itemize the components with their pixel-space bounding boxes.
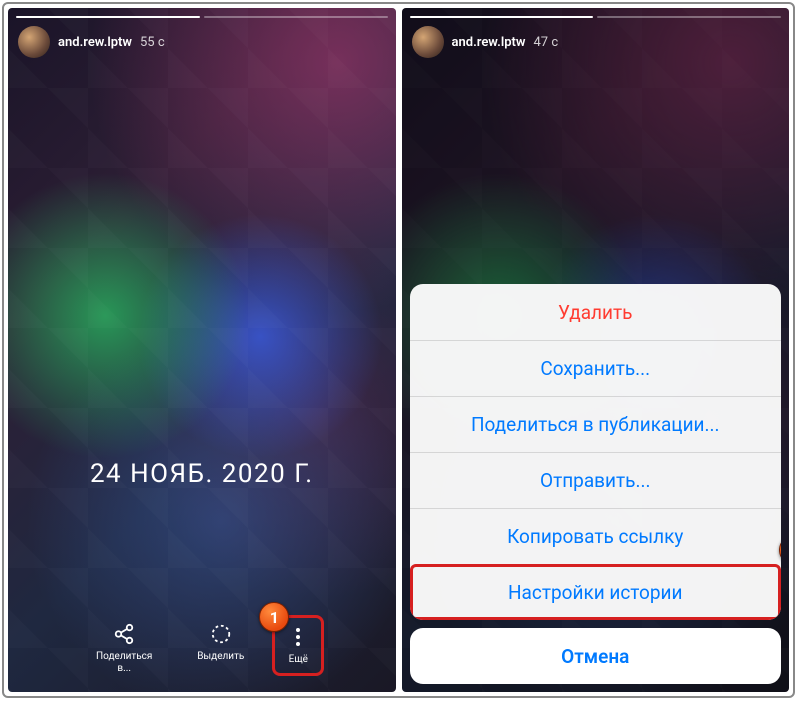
story-header: and.rew.lptw 55 с (18, 26, 165, 58)
highlight-button[interactable]: Выделить (197, 621, 244, 674)
story-toolbar: Поделиться в... Выделить 1 Ещё (8, 621, 396, 674)
timestamp-label: 47 с (533, 35, 558, 50)
username-label[interactable]: and.rew.lptw (452, 35, 526, 50)
story-background (8, 8, 396, 692)
save-action[interactable]: Сохранить... (410, 340, 782, 396)
highlight-label: Выделить (197, 651, 244, 663)
action-sheet-group: Удалить Сохранить... Поделиться в публик… (410, 284, 782, 620)
avatar[interactable] (18, 26, 50, 58)
share-post-action[interactable]: Поделиться в публикации... (410, 396, 782, 452)
highlight-icon (208, 621, 234, 647)
story-options-screen: and.rew.lptw 47 с Удалить Сохранить... П… (402, 8, 790, 692)
share-label: Поделиться в... (89, 651, 159, 674)
story-view-screen: and.rew.lptw 55 с 24 НОЯБ. 2020 Г. Подел… (8, 8, 396, 692)
progress-indicator (410, 16, 782, 18)
avatar[interactable] (412, 26, 444, 58)
copy-link-action[interactable]: Копировать ссылку (410, 508, 782, 564)
timestamp-label: 55 с (140, 35, 165, 50)
username-label[interactable]: and.rew.lptw (58, 35, 132, 50)
more-label: Ещё (289, 654, 308, 666)
delete-action[interactable]: Удалить (410, 284, 782, 340)
progress-indicator (16, 16, 388, 18)
more-dots-icon (285, 624, 311, 650)
date-sticker: 24 НОЯБ. 2020 Г. (90, 459, 314, 489)
send-action[interactable]: Отправить... (410, 452, 782, 508)
action-sheet: Удалить Сохранить... Поделиться в публик… (410, 284, 782, 684)
story-header: and.rew.lptw 47 с (412, 26, 559, 58)
more-button[interactable]: 1 Ещё (272, 615, 324, 676)
story-settings-action[interactable]: Настройки истории 2 (410, 564, 782, 620)
cancel-button[interactable]: Отмена (410, 628, 782, 684)
story-settings-label: Настройки истории (508, 581, 683, 604)
share-icon (111, 621, 137, 647)
share-button[interactable]: Поделиться в... (89, 621, 159, 674)
